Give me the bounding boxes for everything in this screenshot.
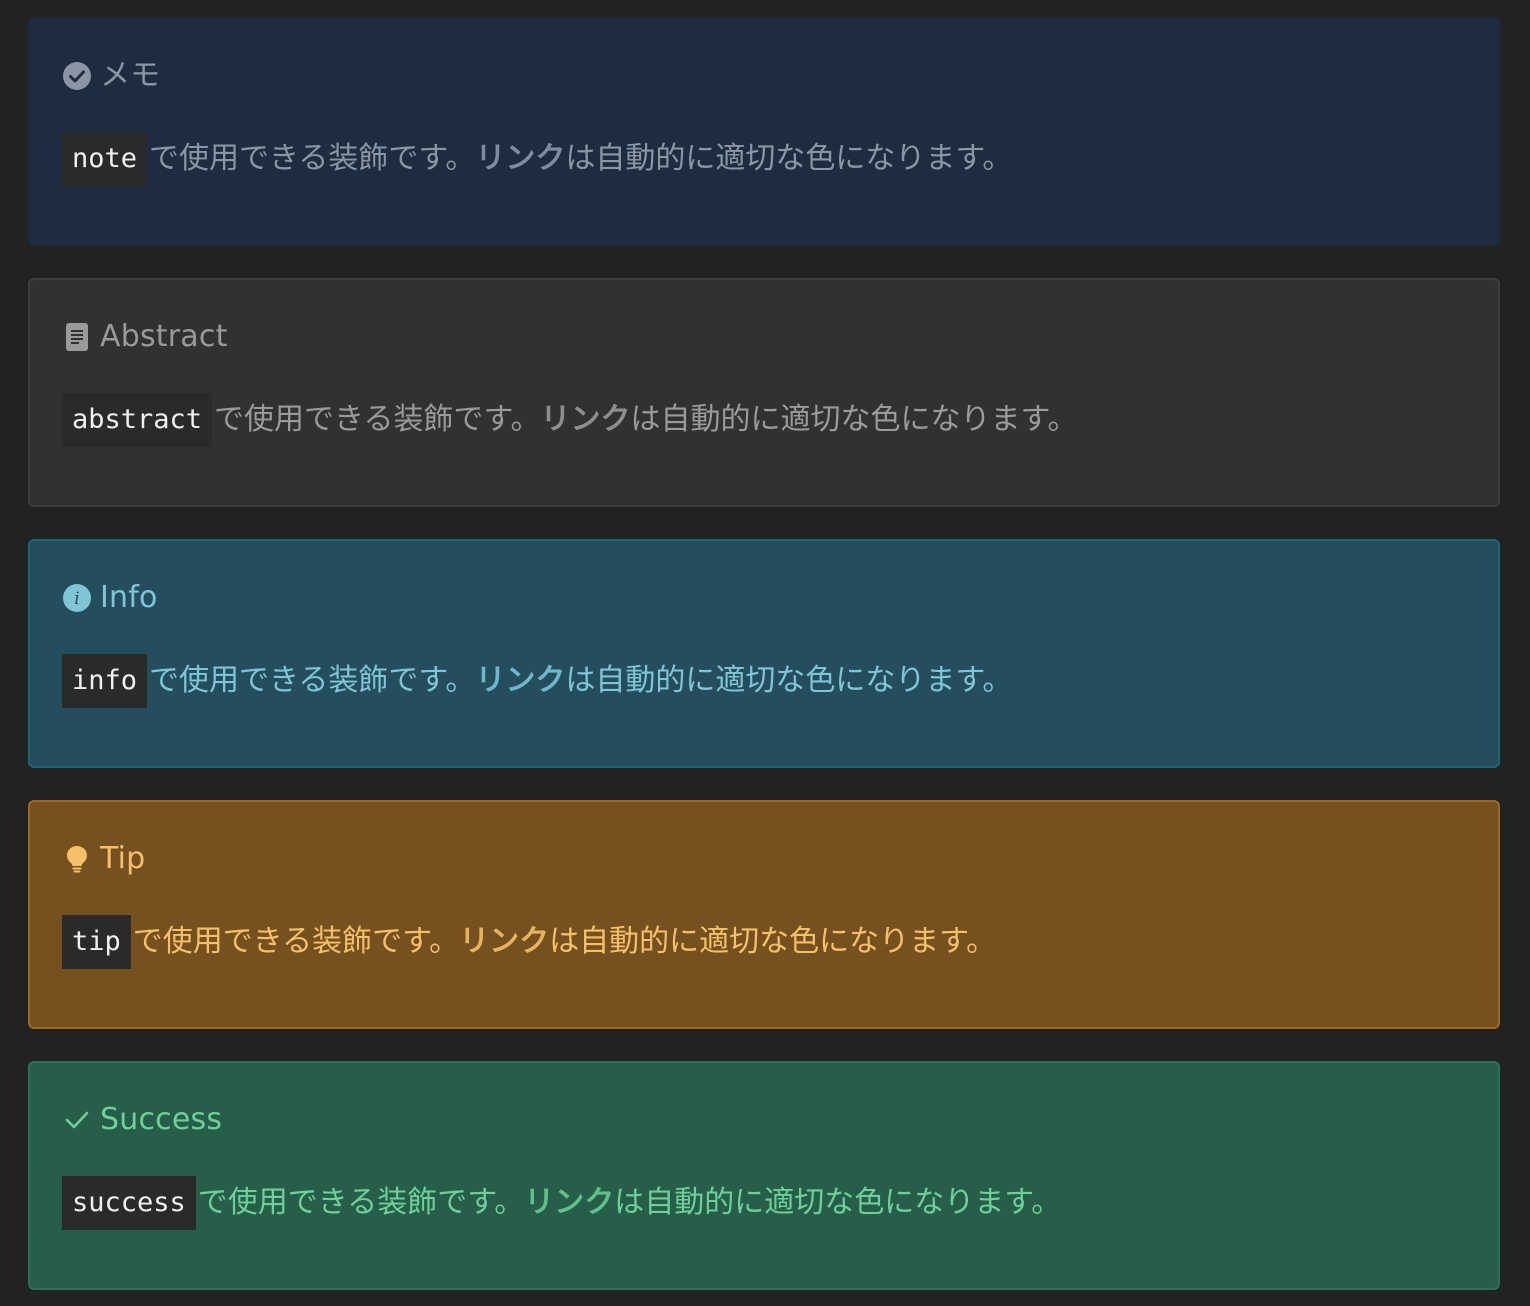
callout-text-after: は自動的に適切な色になります。 — [630, 402, 1078, 437]
callout-text-before: で使用できる装飾です。 — [197, 1185, 525, 1220]
callout-success: Success success で使用できる装飾です。リンクは自動的に適切な色に… — [28, 1061, 1500, 1290]
callout-body: success で使用できる装飾です。リンクは自動的に適切な色になります。 — [62, 1176, 1061, 1230]
callout-tip: Tip tip で使用できる装飾です。リンクは自動的に適切な色になります。 — [28, 800, 1500, 1029]
callout-title: メモ — [100, 58, 161, 93]
document-icon — [62, 322, 92, 352]
callout-note: メモ note で使用できる装飾です。リンクは自動的に適切な色になります。 — [28, 17, 1500, 246]
callout-title: Info — [100, 580, 158, 615]
inline-code: info — [62, 654, 148, 708]
check-circle-icon — [62, 61, 92, 91]
callout-title: Abstract — [100, 319, 228, 354]
callout-title-row: メモ — [62, 57, 160, 95]
callout-text-before: で使用できる装飾です。 — [132, 924, 460, 959]
callout-text-before: で使用できる装飾です。 — [149, 663, 476, 698]
callout-link[interactable]: リンク — [475, 663, 565, 698]
callout-text: で使用できる装飾です。リンクは自動的に適切な色になります。 — [149, 132, 1012, 186]
callout-text-after: は自動的に適切な色になります。 — [565, 141, 1013, 176]
callout-text: で使用できる装飾です。リンクは自動的に適切な色になります。 — [133, 915, 996, 969]
callout-text-after: は自動的に適切な色になります。 — [565, 663, 1013, 698]
inline-code: tip — [62, 915, 131, 969]
inline-code: abstract — [62, 393, 213, 447]
callout-body: tip で使用できる装飾です。リンクは自動的に適切な色になります。 — [62, 915, 996, 969]
callout-title: Tip — [100, 841, 146, 876]
callout-text-after: は自動的に適切な色になります。 — [549, 924, 997, 959]
inline-code: success — [62, 1176, 196, 1230]
callout-text: で使用できる装飾です。リンクは自動的に適切な色になります。 — [198, 1176, 1061, 1230]
callout-title-row: i Info — [62, 579, 158, 617]
callout-text: で使用できる装飾です。リンクは自動的に適切な色になります。 — [149, 654, 1012, 708]
callout-title-row: Success — [62, 1101, 222, 1139]
callout-link[interactable]: リンク — [475, 141, 565, 176]
info-circle-icon: i — [62, 583, 92, 613]
callout-link[interactable]: リンク — [540, 402, 630, 437]
callout-title: Success — [100, 1102, 223, 1137]
callout-title-row: Tip — [62, 840, 145, 878]
lightbulb-icon — [62, 844, 92, 874]
callout-body: info で使用できる装飾です。リンクは自動的に適切な色になります。 — [62, 654, 1012, 708]
callout-list: メモ note で使用できる装飾です。リンクは自動的に適切な色になります。 Ab… — [28, 17, 1500, 1290]
callout-text-after: は自動的に適切な色になります。 — [614, 1185, 1062, 1220]
callout-body: abstract で使用できる装飾です。リンクは自動的に適切な色になります。 — [62, 393, 1077, 447]
callout-info: i Info info で使用できる装飾です。リンクは自動的に適切な色になります… — [28, 539, 1500, 768]
callout-text-before: で使用できる装飾です。 — [214, 402, 541, 437]
callout-body: note で使用できる装飾です。リンクは自動的に適切な色になります。 — [62, 132, 1012, 186]
checkmark-icon — [62, 1105, 92, 1135]
callout-link[interactable]: リンク — [524, 1185, 614, 1220]
callout-link[interactable]: リンク — [459, 924, 549, 959]
inline-code: note — [62, 132, 148, 186]
callout-text-before: で使用できる装飾です。 — [149, 141, 476, 176]
callout-title-row: Abstract — [62, 318, 228, 356]
svg-text:i: i — [74, 589, 79, 609]
callout-text: で使用できる装飾です。リンクは自動的に適切な色になります。 — [214, 393, 1077, 447]
callout-abstract: Abstract abstract で使用できる装飾です。リンクは自動的に適切な… — [28, 278, 1500, 507]
